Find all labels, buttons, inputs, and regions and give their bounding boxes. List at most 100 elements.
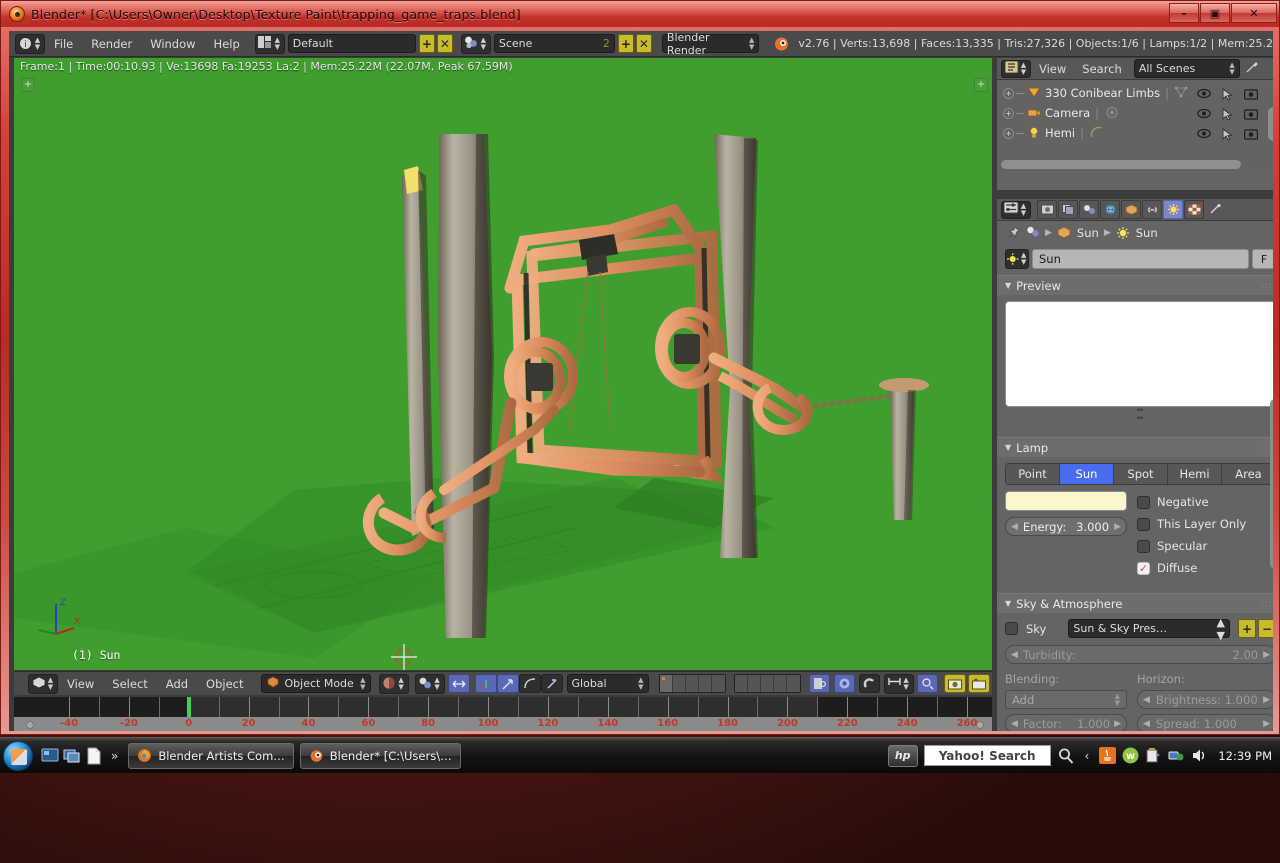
chevron-updown-icon[interactable]: ▲ ▼ (33, 36, 42, 51)
screen-layout-dropdown[interactable]: Default (287, 34, 416, 53)
tab-texture[interactable] (1184, 200, 1204, 219)
taskbar-item-firefox[interactable]: Blender Artists Com… (128, 742, 294, 769)
lamp-option-diffuse[interactable]: ✓ Diffuse (1137, 557, 1273, 579)
manipulator-toggle-button[interactable] (447, 674, 470, 693)
add-scene-button[interactable]: + (617, 34, 634, 53)
outliner-editor[interactable]: ▲ ▼ View Search All Scenes ▲ ▼ + 330 Con… (997, 58, 1273, 190)
menu-render[interactable]: Render (82, 31, 141, 57)
lamp-energy-slider[interactable]: ◀ Energy: 3.000 ▶ (1005, 517, 1127, 536)
editor-type-selector-3dview[interactable]: ▲ ▼ (28, 673, 58, 694)
layer-buttons-top[interactable] (658, 674, 726, 693)
breadcrumb-object[interactable]: Sun (1077, 226, 1099, 240)
menu-file[interactable]: File (45, 31, 82, 57)
datablock-browse-button[interactable]: ▲ ▼ (1005, 249, 1029, 269)
properties-region-expand-icon[interactable]: + (974, 78, 988, 92)
close-button[interactable]: ✕ (1231, 3, 1277, 23)
lock-to-scene-button[interactable] (808, 674, 830, 693)
chevron-right-icon[interactable]: ▶ (1114, 719, 1121, 729)
eye-icon[interactable] (1197, 128, 1211, 139)
blend-mode-dropdown[interactable]: Add ▲ ▼ (1005, 690, 1127, 709)
cursor-arrow-icon[interactable] (1222, 108, 1233, 121)
lamp-type-area[interactable]: Area (1222, 464, 1273, 484)
outliner-menu-view[interactable]: View (1031, 58, 1074, 80)
snap-magnet-button[interactable] (858, 674, 880, 693)
lamp-color-swatch[interactable] (1005, 491, 1127, 511)
outliner-row-toggles[interactable] (1197, 128, 1258, 141)
add-preset-button[interactable]: + (1238, 619, 1256, 638)
tab-particles[interactable] (1205, 200, 1225, 219)
proportional-edit-button[interactable] (833, 674, 855, 693)
scene-icon[interactable] (1025, 226, 1040, 241)
magnifier-icon[interactable] (1057, 747, 1075, 765)
delete-scene-button[interactable]: ✕ (635, 34, 652, 53)
chevron-updown-icon[interactable]: ▲ ▼ (1019, 202, 1028, 217)
taskbar-clock[interactable]: 12:39 PM (1214, 749, 1272, 763)
interaction-mode-dropdown[interactable]: Object Mode ▲ ▼ (260, 674, 371, 693)
cursor-arrow-icon[interactable] (1222, 88, 1233, 101)
layer-cell[interactable] (698, 675, 712, 692)
filter-icon[interactable] (1245, 61, 1260, 76)
remove-preset-button[interactable]: − (1258, 619, 1273, 638)
tray-expand-icon[interactable]: ‹ (1085, 749, 1090, 763)
scale-manipulator-button[interactable] (518, 674, 541, 693)
timeline-editor[interactable]: -40 -20 0 20 40 60 80 100 120 140 160 180 200 220 240 2… (14, 697, 992, 731)
chevron-down-icon[interactable]: ▼ (1005, 599, 1011, 608)
checkbox-this-layer-only[interactable] (1137, 517, 1150, 531)
chevron-left-icon[interactable]: ◀ (1011, 719, 1018, 729)
cursor-arrow-icon[interactable] (1222, 128, 1233, 141)
timeline-scroll-left-handle[interactable] (26, 721, 34, 729)
eye-icon[interactable] (1197, 108, 1211, 119)
properties-editor[interactable]: ▲ ▼ ▶ Sun ▶ Sun ▲ ▼ Sun F ▼ Preview::: … (997, 199, 1273, 731)
lamp-option-specular[interactable]: Specular (1137, 535, 1273, 557)
panel-grip-icon[interactable]: :::: (1261, 599, 1273, 608)
tab-constraints[interactable] (1142, 200, 1162, 219)
lamp-type-sun[interactable]: Sun (1060, 464, 1114, 484)
yahoo-search-input[interactable]: Yahoo! Search (923, 745, 1051, 766)
chevron-right-icon[interactable]: ▶ (1263, 650, 1270, 660)
sky-panel-header[interactable]: ▼ Sky & Atmosphere :::: (997, 593, 1273, 613)
tab-lamp-data[interactable] (1163, 200, 1183, 219)
chevron-updown-icon[interactable]: ▲ ▼ (1019, 252, 1028, 266)
pivot-point-selector[interactable]: ▲ ▼ (414, 673, 445, 694)
layer-cell[interactable] (786, 675, 800, 692)
snap-target-button[interactable] (916, 674, 938, 693)
lamp-type-hemi[interactable]: Hemi (1168, 464, 1222, 484)
lamp-type-point[interactable]: Point (1006, 464, 1060, 484)
lamp-panel-header[interactable]: ▼ Lamp :::: (997, 437, 1273, 457)
outliner-horizontal-scrollbar[interactable] (1001, 160, 1241, 169)
outliner-display-mode-dropdown[interactable]: All Scenes ▲ ▼ (1133, 59, 1240, 78)
datablock-name-field[interactable]: Sun (1032, 249, 1249, 269)
rotate-manipulator-button[interactable] (496, 674, 519, 693)
tab-object[interactable] (1121, 200, 1141, 219)
chevron-down-icon[interactable]: ▼ (1005, 443, 1011, 452)
quick-launch-overflow-icon[interactable]: » (111, 749, 118, 763)
layer-cell[interactable] (747, 675, 761, 692)
lamp-type-spot[interactable]: Spot (1114, 464, 1168, 484)
preview-panel-header[interactable]: ▼ Preview :::: (997, 275, 1273, 295)
window-titlebar[interactable]: Blender* [C:\Users\Owner\Desktop\Texture… (1, 1, 1279, 27)
sky-preset-dropdown[interactable]: Sun & Sky Pres… ▲ ▼ (1068, 616, 1230, 642)
datablock-row[interactable]: ▲ ▼ Sun F (1005, 249, 1273, 269)
snap-element-selector[interactable]: ▲ ▼ (883, 673, 914, 694)
outliner-row-toggles[interactable] (1197, 88, 1258, 101)
menu-help[interactable]: Help (205, 31, 249, 57)
expand-icon[interactable]: + (1003, 87, 1014, 99)
3d-viewport[interactable]: Frame:1 | Time:00:10.93 | Ve:13698 Fa:19… (14, 58, 992, 670)
document-icon[interactable] (85, 747, 103, 765)
properties-tab-bar[interactable] (1037, 200, 1225, 219)
chevron-updown-icon[interactable]: ▲ ▼ (433, 676, 442, 691)
checkbox-sky[interactable] (1005, 622, 1018, 635)
timeline-ruler[interactable]: -40 -20 0 20 40 60 80 100 120 140 160 180 200 220 240 2… (14, 717, 992, 731)
chevron-right-icon[interactable]: ▶ (1263, 695, 1270, 705)
camera-render-icon[interactable] (1244, 128, 1258, 140)
camera-render-icon[interactable] (1244, 108, 1258, 120)
tab-scene[interactable] (1079, 200, 1099, 219)
translate-manipulator-button[interactable] (474, 674, 497, 693)
chevron-right-icon[interactable]: ▶ (1263, 719, 1270, 729)
layer-cell[interactable] (734, 675, 748, 692)
camera-render-icon[interactable] (1244, 88, 1258, 100)
viewport-menu-add[interactable]: Add (157, 672, 197, 696)
chevron-updown-icon[interactable]: ▲ ▼ (902, 676, 911, 691)
outliner-tree[interactable]: + 330 Conibear Limbs | + Camera | + Hemi… (997, 83, 1273, 171)
render-image-button[interactable] (943, 674, 966, 693)
